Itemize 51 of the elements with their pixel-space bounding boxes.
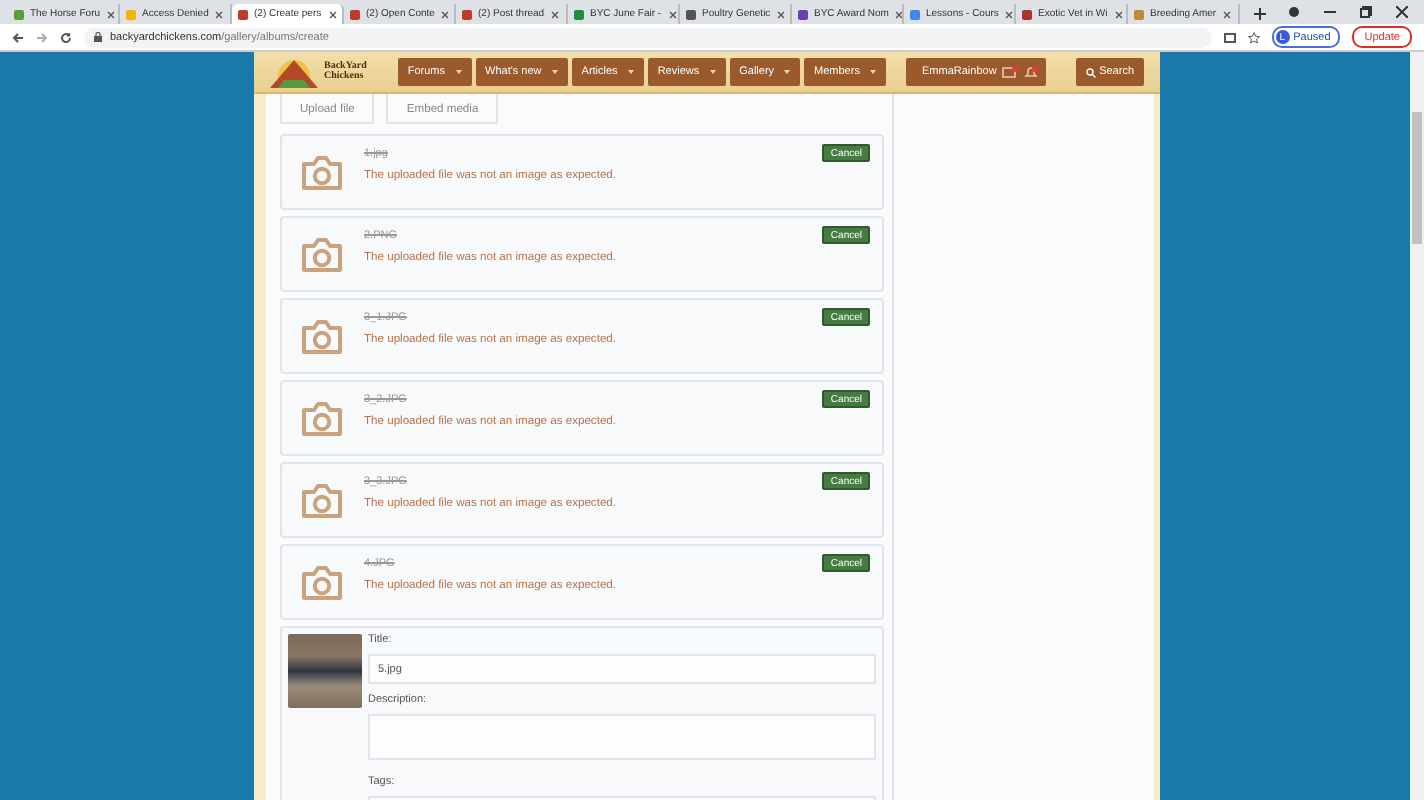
favicon-icon (1022, 9, 1032, 19)
close-icon[interactable] (667, 9, 678, 19)
extension-icon[interactable] (1288, 6, 1300, 18)
favicon-icon (686, 9, 696, 19)
camera-icon (300, 238, 344, 274)
favicon-icon (238, 9, 248, 19)
close-icon[interactable] (1113, 9, 1124, 19)
caret-icon (869, 70, 876, 74)
caret-icon (455, 70, 462, 74)
camera-icon (300, 566, 344, 602)
camera-icon (300, 402, 344, 438)
caret-icon (709, 70, 716, 74)
close-icon[interactable] (440, 9, 451, 19)
close-icon[interactable] (106, 9, 117, 19)
favicon-icon (910, 9, 920, 19)
favicon-icon (798, 9, 808, 19)
photo-placeholder (288, 634, 362, 708)
camera-icon (300, 156, 344, 192)
favicon-icon (1134, 9, 1144, 19)
bell-icon[interactable] (1024, 66, 1039, 78)
search-icon (1085, 67, 1096, 77)
close-icon[interactable] (550, 9, 561, 19)
favicon-icon (126, 9, 136, 19)
screen-share-icon[interactable] (1223, 31, 1236, 43)
minimize-icon[interactable] (1324, 10, 1336, 14)
favicon-icon (14, 9, 24, 19)
caret-icon (551, 70, 558, 74)
scrollbar[interactable] (1410, 52, 1424, 800)
favicon-icon (462, 9, 472, 19)
caret-icon (784, 70, 791, 74)
close-icon[interactable] (1222, 9, 1233, 19)
close-icon[interactable] (327, 9, 338, 19)
textarea-field[interactable] (368, 714, 876, 760)
close-icon[interactable] (1004, 9, 1014, 19)
new-tab-icon[interactable] (1252, 6, 1268, 22)
caret-icon (627, 70, 634, 74)
coop-logo-icon (270, 57, 318, 87)
close-icon[interactable] (1396, 6, 1408, 18)
lock-icon (94, 32, 102, 42)
camera-icon (300, 320, 344, 356)
restore-icon[interactable] (1360, 6, 1372, 18)
favicon-icon (350, 9, 360, 19)
favicon-icon (574, 9, 584, 19)
close-icon[interactable] (894, 9, 902, 19)
close-icon[interactable] (214, 9, 225, 19)
star-icon[interactable] (1247, 31, 1260, 43)
reload-icon[interactable] (60, 31, 72, 43)
close-icon[interactable] (776, 9, 787, 19)
camera-icon (300, 484, 344, 520)
back-icon[interactable] (12, 31, 24, 43)
mail-icon[interactable] (1002, 66, 1019, 78)
